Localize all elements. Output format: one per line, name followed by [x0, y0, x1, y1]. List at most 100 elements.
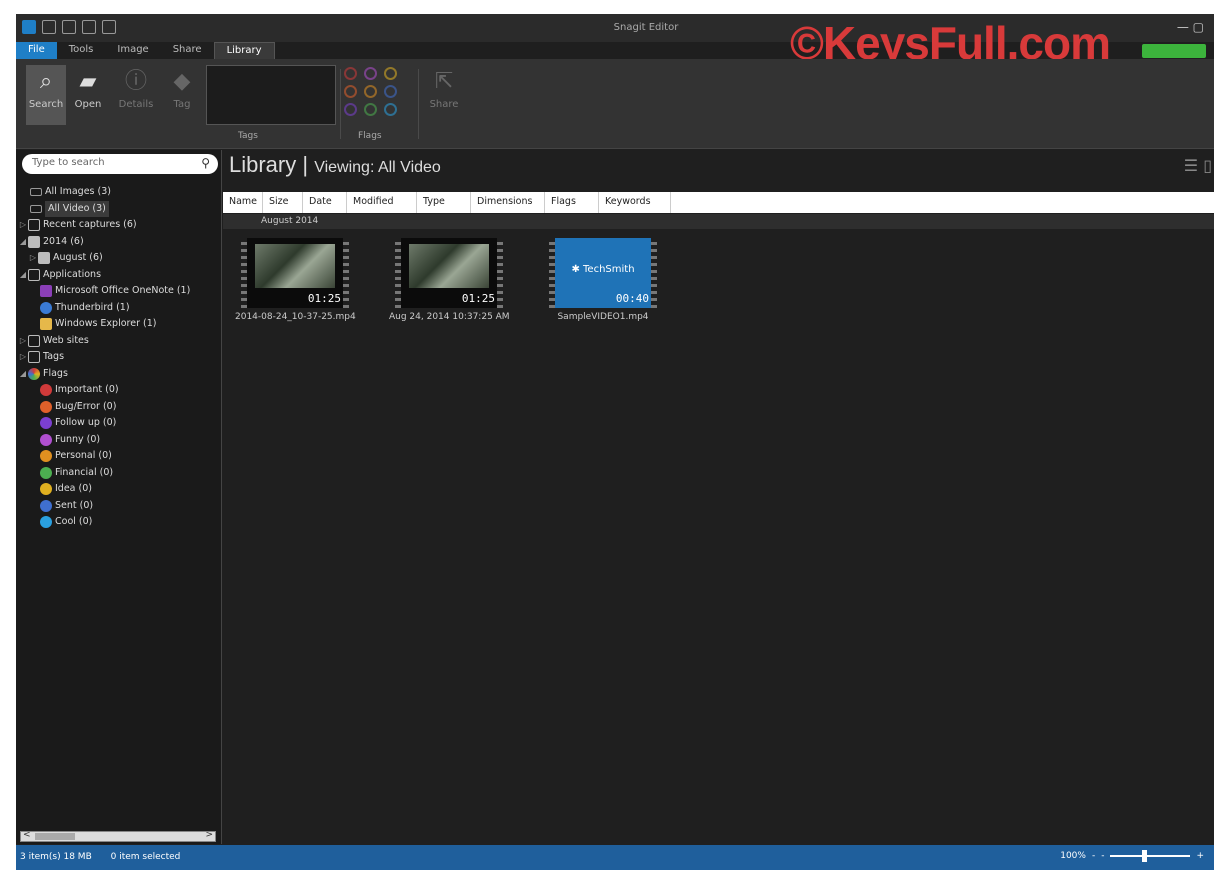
scroll-left-icon[interactable]: <	[23, 830, 31, 840]
tree-item-applications[interactable]: ◢ Applications	[16, 267, 221, 284]
share-button[interactable]: ⇱ Share	[424, 65, 464, 125]
zoom-slider[interactable]	[1110, 850, 1191, 862]
tree-item-flag-important[interactable]: Important (0)	[16, 382, 221, 399]
flag-cool-icon[interactable]	[384, 103, 397, 116]
library-content: Library | Viewing: All Video ☰ ▯ Name Si…	[223, 150, 1214, 844]
tree-item-flag-bug[interactable]: Bug/Error (0)	[16, 399, 221, 416]
flag-important-icon[interactable]	[344, 67, 357, 80]
tree-item-flag-idea[interactable]: Idea (0)	[16, 481, 221, 498]
horizontal-scrollbar[interactable]: < >	[20, 830, 216, 842]
video-thumbnail[interactable]: 01:25 2014-08-24_10-37-25.mp4	[235, 238, 356, 322]
scroll-right-icon[interactable]: >	[205, 830, 213, 840]
binoculars-icon: ⌕	[39, 69, 53, 94]
tree-item-flag-personal[interactable]: Personal (0)	[16, 448, 221, 465]
tab-share[interactable]: Share	[161, 42, 214, 59]
flag-sent-icon[interactable]	[384, 85, 397, 98]
search-input[interactable]: Type to search ⚲	[22, 154, 218, 174]
column-date[interactable]: Date	[303, 192, 347, 213]
video-duration: 01:25	[307, 292, 341, 305]
search-icon[interactable]: ⚲	[201, 156, 210, 170]
tree-item-all-images[interactable]: All Images (3)	[16, 184, 221, 201]
open-button[interactable]: ▰ Open	[68, 65, 108, 125]
window-controls[interactable]: — ▢	[1177, 20, 1204, 34]
tree-item-tags[interactable]: ▷ Tags	[16, 349, 221, 366]
image-icon	[30, 188, 42, 197]
tab-library[interactable]: Library	[213, 42, 275, 59]
tab-image[interactable]: Image	[105, 42, 160, 59]
tag-icon: ◆	[173, 69, 191, 94]
column-keywords[interactable]: Keywords	[599, 192, 671, 213]
column-name[interactable]: Name	[223, 192, 263, 213]
techsmith-logo: ✱ TechSmith	[571, 264, 635, 275]
tree-item-flag-cool[interactable]: Cool (0)	[16, 514, 221, 531]
globe-icon	[28, 334, 40, 347]
tree-item-flags[interactable]: ◢ Flags	[16, 366, 221, 383]
quick-access-toolbar	[22, 20, 116, 34]
flag-bug-icon[interactable]	[344, 85, 357, 98]
flag-financial-icon[interactable]	[364, 103, 377, 116]
snagit-logo-icon	[22, 20, 36, 34]
video-duration: 01:25	[461, 292, 495, 305]
view-toggle-icon[interactable]: ☰ ▯	[1184, 156, 1212, 175]
library-sidebar: Type to search ⚲ All Images (3) All Vide…	[16, 150, 222, 844]
zoom-in-button[interactable]: +	[1196, 851, 1204, 861]
tree-item-2014[interactable]: ◢ 2014 (6)	[16, 234, 221, 251]
column-size[interactable]: Size	[263, 192, 303, 213]
zoom-slider-knob[interactable]	[1142, 850, 1148, 862]
print-icon[interactable]	[62, 20, 76, 34]
expand-arrow-icon[interactable]: ▷	[18, 217, 28, 234]
column-type[interactable]: Type	[417, 192, 471, 213]
zoom-control: 100% - - +	[1060, 850, 1204, 862]
video-thumbnail[interactable]: 01:25 Aug 24, 2014 10:37:25 AM	[389, 238, 510, 322]
tree-item-flag-funny[interactable]: Funny (0)	[16, 432, 221, 449]
scrollbar-thumb[interactable]	[35, 833, 75, 840]
folder-icon: ▰	[79, 69, 97, 94]
zoom-out-button[interactable]: -	[1092, 851, 1095, 861]
expand-arrow-icon[interactable]: ▷	[18, 349, 28, 366]
column-modified[interactable]: Modified	[347, 192, 417, 213]
cool-flag-icon	[40, 516, 52, 529]
sign-in-button[interactable]	[1142, 44, 1206, 58]
redo-icon[interactable]	[102, 20, 116, 34]
tree-item-august[interactable]: ▷ August (6)	[16, 250, 221, 267]
tree-item-onenote[interactable]: Microsoft Office OneNote (1)	[16, 283, 221, 300]
undo-icon[interactable]	[82, 20, 96, 34]
collapse-arrow-icon[interactable]: ◢	[18, 366, 28, 383]
page-title: Library | Viewing: All Video	[229, 152, 441, 177]
tree-item-flag-follow-up[interactable]: Follow up (0)	[16, 415, 221, 432]
flag-funny-icon[interactable]	[364, 67, 377, 80]
flag-idea-icon[interactable]	[384, 67, 397, 80]
tree-item-recent-captures[interactable]: ▷ Recent captures (6)	[16, 217, 221, 234]
status-text: 3 item(s) 18 MB 0 item selected	[20, 852, 196, 862]
expand-arrow-icon[interactable]: ▷	[28, 250, 38, 267]
tree-item-flag-sent[interactable]: Sent (0)	[16, 498, 221, 515]
tree-item-all-video[interactable]: All Video (3)	[16, 200, 221, 217]
flag-follow-icon[interactable]	[344, 103, 357, 116]
tree-item-web-sites[interactable]: ▷ Web sites	[16, 333, 221, 350]
tags-box[interactable]	[206, 65, 336, 125]
tree-item-windows-explorer[interactable]: Windows Explorer (1)	[16, 316, 221, 333]
collapse-arrow-icon[interactable]: ◢	[18, 234, 28, 251]
column-flags[interactable]: Flags	[545, 192, 599, 213]
status-bar: 3 item(s) 18 MB 0 item selected 100% - -…	[16, 845, 1214, 870]
search-placeholder: Type to search	[32, 157, 105, 168]
item-count: 3 item(s) 18 MB	[20, 852, 92, 862]
collapse-arrow-icon[interactable]: ◢	[18, 267, 28, 284]
viewing-label: Viewing: All Video	[314, 159, 441, 176]
details-button[interactable]: ⓘ Details	[116, 65, 156, 125]
tag-button[interactable]: ◆ Tag	[162, 65, 202, 125]
save-icon[interactable]	[42, 20, 56, 34]
video-preview: 01:25	[395, 238, 503, 308]
tree-item-thunderbird[interactable]: Thunderbird (1)	[16, 300, 221, 317]
column-dimensions[interactable]: Dimensions	[471, 192, 545, 213]
tree-item-flag-financial[interactable]: Financial (0)	[16, 465, 221, 482]
tab-file[interactable]: File	[16, 42, 57, 59]
info-icon: ⓘ	[124, 69, 147, 94]
zoom-out-button-secondary[interactable]: -	[1101, 851, 1104, 861]
search-button[interactable]: ⌕ Search	[26, 65, 66, 125]
flag-personal-icon[interactable]	[364, 85, 377, 98]
group-label-flags: Flags	[358, 131, 382, 141]
tab-tools[interactable]: Tools	[57, 42, 106, 59]
video-thumbnail[interactable]: ✱ TechSmith 00:40 SampleVIDEO1.mp4	[543, 238, 663, 322]
expand-arrow-icon[interactable]: ▷	[18, 333, 28, 350]
